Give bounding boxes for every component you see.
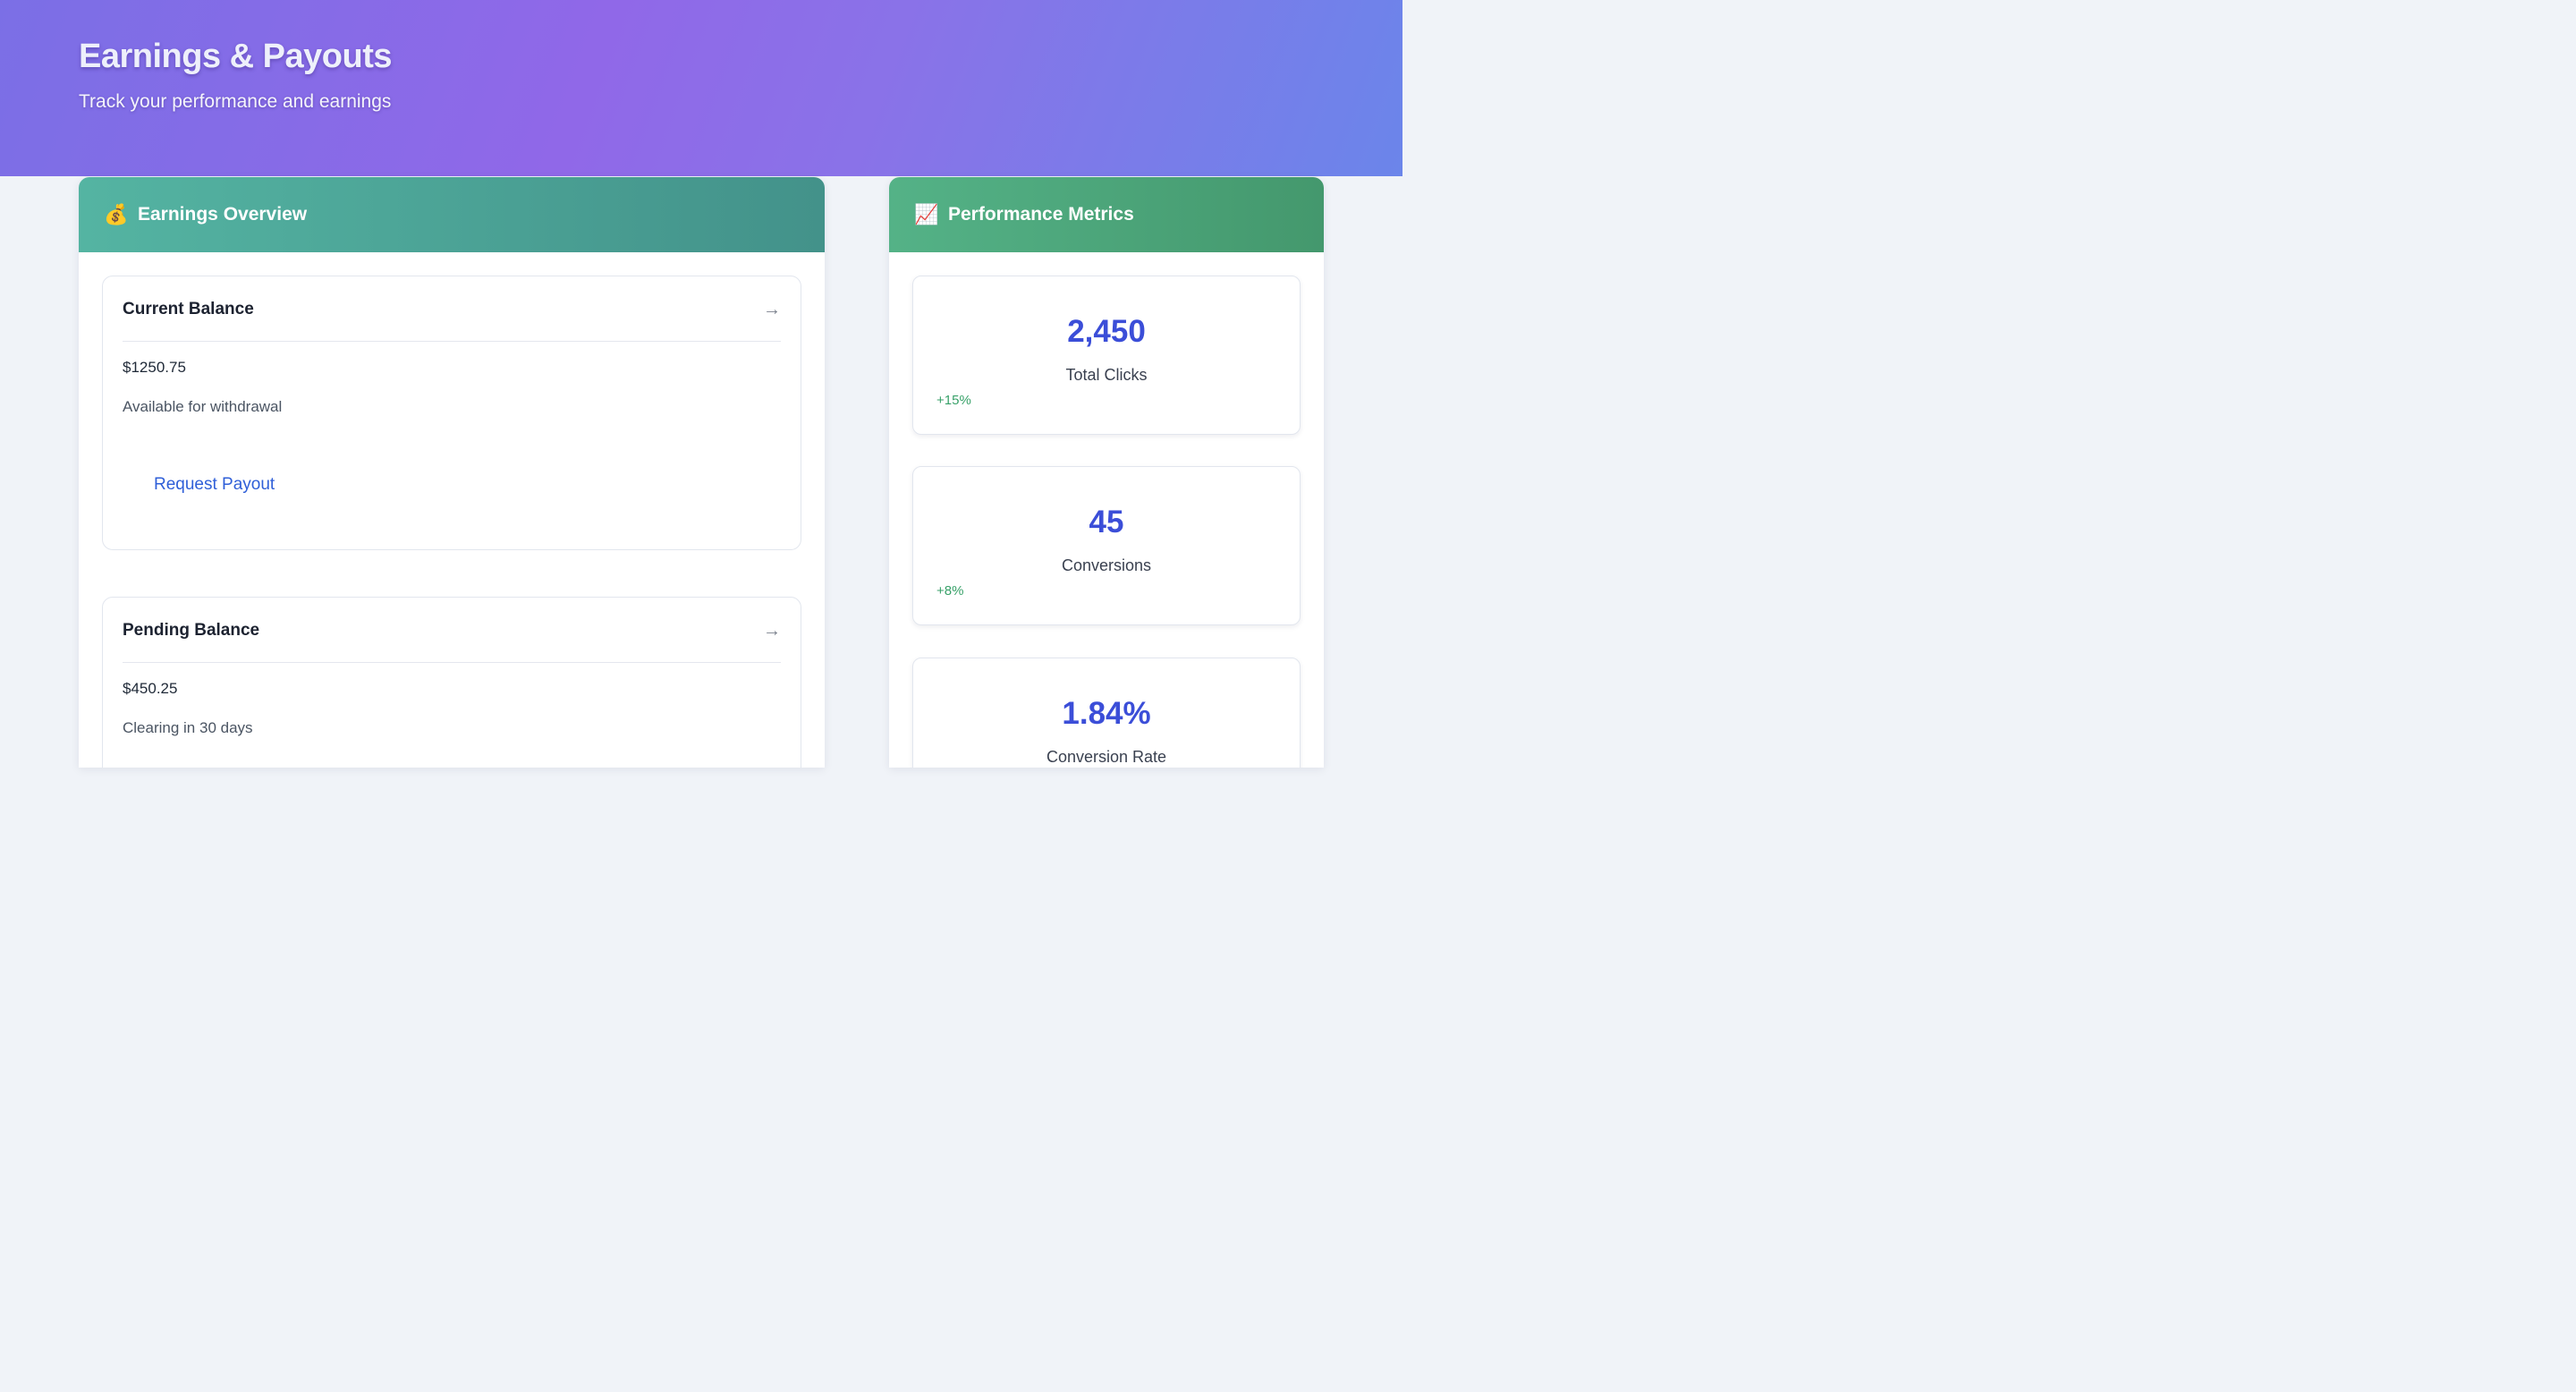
metric-card-conversions: 45 Conversions +8%: [912, 466, 1301, 625]
money-bag-icon: 💰: [104, 203, 129, 225]
page-title: Earnings & Payouts: [79, 38, 392, 75]
pending-balance-amount: $450.25: [123, 680, 178, 697]
page-header: Earnings & Payouts Track your performanc…: [0, 0, 1402, 176]
metric-change: +15%: [936, 393, 971, 408]
page-subtitle: Track your performance and earnings: [79, 91, 392, 112]
request-payout-button[interactable]: Request Payout: [154, 475, 275, 495]
metric-change: +8%: [936, 583, 964, 598]
current-balance-note: Available for withdrawal: [123, 398, 283, 415]
current-balance-card: Current Balance → $1250.75 Available for…: [102, 276, 801, 550]
earnings-overview-header: 💰 Earnings Overview: [79, 177, 825, 252]
metric-label: Conversion Rate: [1046, 748, 1167, 766]
pending-balance-card-header[interactable]: Pending Balance →: [123, 598, 781, 663]
performance-metrics-title: Performance Metrics: [948, 204, 1134, 225]
pending-balance-title: Pending Balance: [123, 621, 260, 640]
performance-metrics-panel: 📈 Performance Metrics 2,450 Total Clicks…: [889, 177, 1324, 768]
current-balance-title: Current Balance: [123, 300, 254, 318]
earnings-overview-title: Earnings Overview: [138, 204, 308, 225]
metric-value: 1.84%: [1062, 696, 1151, 731]
metric-card-total-clicks: 2,450 Total Clicks +15%: [912, 276, 1301, 435]
arrow-right-icon[interactable]: →: [763, 621, 781, 641]
metric-label: Conversions: [1061, 556, 1152, 574]
current-balance-card-header[interactable]: Current Balance →: [123, 276, 781, 342]
pending-balance-note: Clearing in 30 days: [123, 719, 253, 736]
current-balance-amount: $1250.75: [123, 359, 186, 376]
arrow-right-icon[interactable]: →: [763, 300, 781, 320]
metric-value: 2,450: [1067, 314, 1146, 349]
metric-label: Total Clicks: [1065, 366, 1148, 384]
metric-card-conversion-rate: 1.84% Conversion Rate: [912, 658, 1301, 768]
pending-balance-card: Pending Balance → $450.25 Clearing in 30…: [102, 597, 801, 768]
earnings-overview-panel: 💰 Earnings Overview Current Balance → $1…: [79, 177, 825, 768]
performance-metrics-header: 📈 Performance Metrics: [889, 177, 1324, 252]
metric-value: 45: [1089, 505, 1124, 539]
chart-increasing-icon: 📈: [914, 203, 939, 225]
